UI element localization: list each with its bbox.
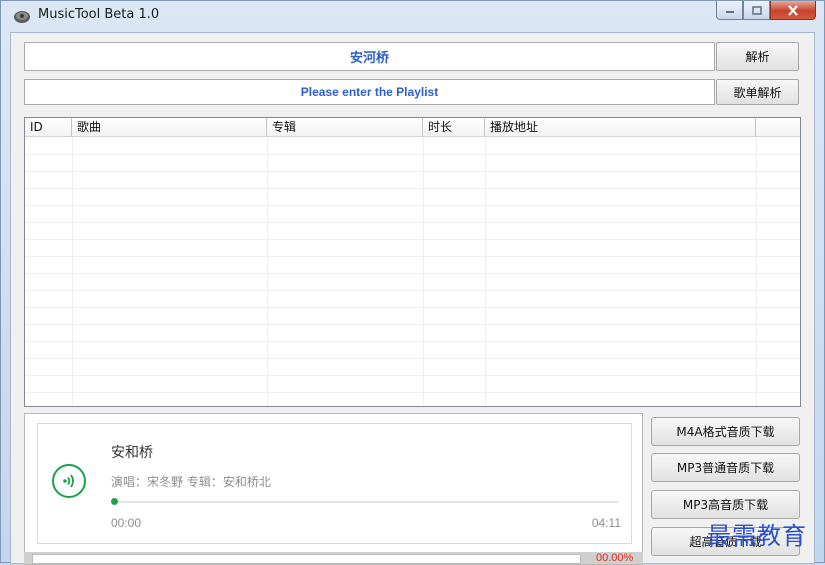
parse-button[interactable]: 解析 <box>716 42 799 71</box>
playlist-input[interactable]: Please enter the Playlist <box>24 79 715 105</box>
play-button[interactable] <box>52 464 86 498</box>
table-row-line <box>25 392 800 393</box>
table-row-line <box>25 256 800 257</box>
table-row-line <box>25 239 800 240</box>
now-playing-title: 安和桥 <box>111 445 153 461</box>
table-row-line <box>25 290 800 291</box>
song-search-input[interactable]: 安河桥 <box>24 42 715 71</box>
table-column-line <box>267 137 268 406</box>
app-window: MusicTool Beta 1.0 安河桥 解析 Please enter t… <box>0 0 825 565</box>
total-time: 04:11 <box>591 516 621 530</box>
title-bar[interactable]: MusicTool Beta 1.0 <box>1 1 824 31</box>
watermark-text: 最需教育 <box>707 522 807 550</box>
download-percent: 00.00% <box>596 552 634 564</box>
table-column-line <box>72 137 73 406</box>
playback-progress-knob[interactable] <box>111 498 118 505</box>
table-body <box>25 137 800 406</box>
close-icon <box>788 4 798 16</box>
download-mp3-normal-button[interactable]: MP3普通音质下载 <box>651 453 800 482</box>
column-header-url[interactable]: 播放地址 <box>485 118 756 137</box>
download-status-bar: 00.00% <box>24 552 643 564</box>
table-column-line <box>485 137 486 406</box>
table-row-line <box>25 375 800 376</box>
column-header-duration[interactable]: 时长 <box>423 118 485 137</box>
table-column-line <box>423 137 424 406</box>
maximize-icon <box>751 5 762 15</box>
download-m4a-button[interactable]: M4A格式音质下载 <box>651 417 800 446</box>
table-column-line <box>756 137 757 406</box>
maximize-button[interactable] <box>743 1 770 20</box>
table-row-line <box>25 171 800 172</box>
column-header-filler <box>756 118 800 137</box>
playback-progress-bar[interactable] <box>111 498 618 505</box>
app-icon <box>13 8 31 24</box>
download-mp3-high-button[interactable]: MP3高音质下载 <box>651 490 800 519</box>
close-button[interactable] <box>770 1 816 20</box>
sound-wave-icon <box>63 474 74 488</box>
player-panel: 安和桥 演唱：宋冬野 专辑：安和桥北 00:00 04:11 <box>24 413 643 565</box>
current-time: 00:00 <box>111 516 142 530</box>
playlist-parse-button[interactable]: 歌单解析 <box>716 79 799 105</box>
client-area: 安河桥 解析 Please enter the Playlist 歌单解析 ID… <box>10 32 815 565</box>
table-row-line <box>25 222 800 223</box>
column-header-id[interactable]: ID <box>25 118 72 137</box>
table-row-line <box>25 307 800 308</box>
caption-buttons <box>716 1 816 21</box>
now-playing-meta: 演唱：宋冬野 专辑：安和桥北 <box>111 475 271 489</box>
minimize-button[interactable] <box>716 1 743 20</box>
table-row-line <box>25 154 800 155</box>
table-row-line <box>25 273 800 274</box>
table-row-line <box>25 188 800 189</box>
table-row-line <box>25 341 800 342</box>
results-table[interactable]: ID 歌曲 专辑 时长 播放地址 <box>24 117 801 407</box>
player-card: 安和桥 演唱：宋冬野 专辑：安和桥北 00:00 04:11 <box>37 423 632 544</box>
table-row-line <box>25 324 800 325</box>
table-header: ID 歌曲 专辑 时长 播放地址 <box>25 118 800 137</box>
table-row-line <box>25 358 800 359</box>
window-title: MusicTool Beta 1.0 <box>38 7 160 22</box>
column-header-song[interactable]: 歌曲 <box>72 118 267 137</box>
table-row-line <box>25 205 800 206</box>
column-header-album[interactable]: 专辑 <box>267 118 423 137</box>
minimize-icon <box>725 11 734 13</box>
